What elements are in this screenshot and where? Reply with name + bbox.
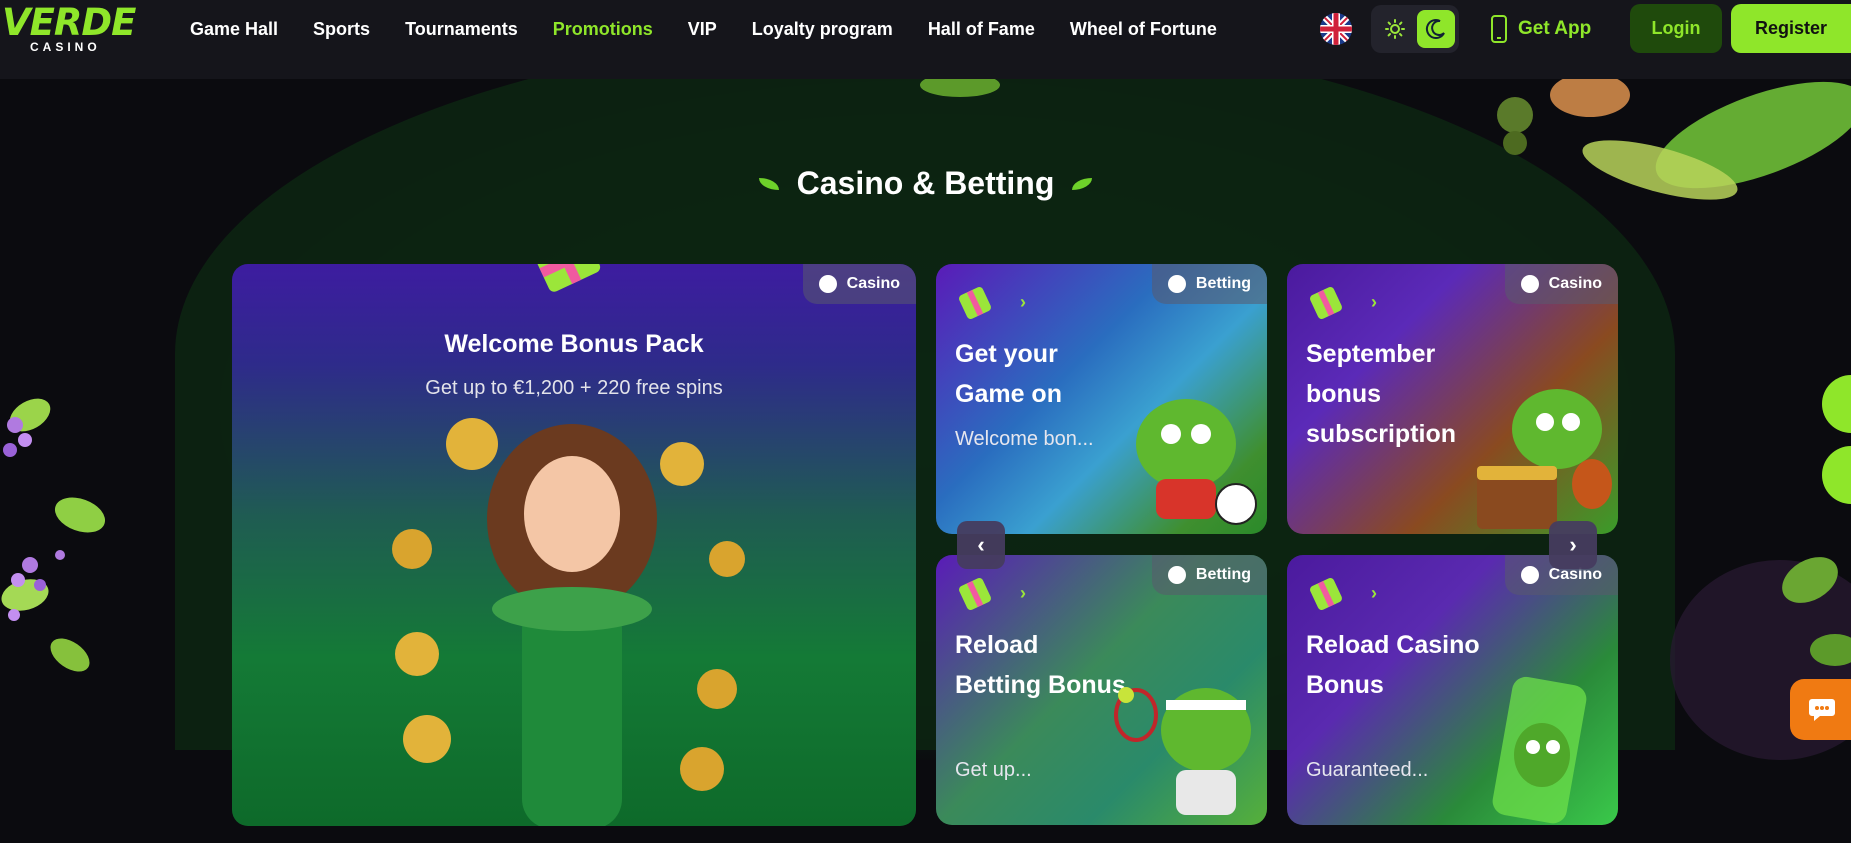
- moon-icon[interactable]: [1417, 10, 1455, 48]
- sun-icon[interactable]: [1379, 13, 1411, 45]
- leaf-icon: [1072, 177, 1093, 190]
- nav-item-tournaments[interactable]: Tournaments: [405, 19, 518, 40]
- welcome-bonus-card[interactable]: Casino Welcome Bonus Pack Get up to €1,2…: [232, 264, 916, 826]
- main-nav: Game Hall Sports Tournaments Promotions …: [190, 0, 1252, 58]
- battery-monster-illustration: [1492, 676, 1587, 824]
- nav-item-vip[interactable]: VIP: [688, 19, 717, 40]
- section-title: Casino & Betting: [796, 165, 1055, 201]
- side-widget-tab[interactable]: [1822, 375, 1851, 433]
- promo-description: Welcome bon...: [955, 428, 1094, 450]
- leaf-top-decoration: [920, 75, 1000, 97]
- chevron-left-icon: ‹: [977, 532, 985, 557]
- gift-icon: [1308, 576, 1344, 612]
- uk-flag-icon[interactable]: [1320, 13, 1352, 45]
- basketball-icon: [1167, 275, 1186, 293]
- theme-toggle: [1371, 5, 1459, 53]
- gift-icon: [1308, 285, 1344, 321]
- chevron-right-icon: ›: [1371, 583, 1377, 603]
- leaf-icon: [758, 177, 779, 190]
- foliage-left-decoration: [1, 398, 106, 672]
- chevron-right-icon: ›: [1371, 292, 1377, 312]
- get-app-label: Get App: [1518, 18, 1592, 39]
- badge-label: Betting: [1195, 275, 1251, 292]
- gift-box-icon: [533, 264, 601, 292]
- promo-card-get-your-game-on[interactable]: Betting › Get your Game on Welcome bon..…: [936, 264, 1267, 534]
- promo-card-reload-casino-bonus[interactable]: Casino › Reload Casino Bonus Guaranteed.…: [1287, 555, 1618, 825]
- tennis-monster-illustration: [1114, 687, 1251, 815]
- nav-item-promotions[interactable]: Promotions: [553, 19, 653, 40]
- chevron-right-icon: ›: [1020, 292, 1026, 312]
- chevron-right-icon: ›: [1569, 532, 1577, 557]
- football-monster-illustration: [1136, 399, 1257, 525]
- promo-description: Guaranteed...: [1306, 759, 1429, 781]
- register-button[interactable]: Register: [1731, 4, 1851, 53]
- promo-title: Get your Game on: [955, 340, 1062, 408]
- basketball-icon: [1167, 566, 1186, 584]
- promo-subtitle: Get up to €1,200 + 220 free spins: [425, 377, 723, 399]
- get-app-button[interactable]: Get App: [1490, 10, 1591, 48]
- side-widget-tab[interactable]: [1822, 446, 1851, 504]
- logo-wordmark: VERDE: [2, 1, 136, 44]
- nav-item-game-hall[interactable]: Game Hall: [190, 19, 278, 40]
- top-navigation-bar: VERDE CASINO Game Hall Sports Tournament…: [0, 0, 1851, 79]
- badge-label: Casino: [1548, 275, 1602, 292]
- promo-title: Reload Casino Bonus: [1306, 631, 1480, 699]
- badge-label: Betting: [1195, 566, 1251, 583]
- category-badge: Casino: [802, 264, 916, 304]
- casino-chip-icon: [818, 275, 837, 293]
- nav-item-wheel-of-fortune[interactable]: Wheel of Fortune: [1070, 19, 1217, 40]
- gift-icon: [957, 576, 993, 612]
- chat-bubble-icon: [1809, 698, 1835, 721]
- category-badge: Casino: [1504, 264, 1618, 304]
- gift-icon: [957, 285, 993, 321]
- promo-title: September bonus subscription: [1306, 340, 1457, 448]
- promo-card-reload-betting-bonus[interactable]: Betting › Reload Betting Bonus Get up...: [936, 555, 1267, 825]
- carousel-next-button[interactable]: ›: [1549, 521, 1597, 569]
- treasure-monster-illustration: [1477, 389, 1612, 529]
- live-chat-button[interactable]: [1790, 679, 1851, 740]
- smartphone-icon: [1491, 15, 1507, 43]
- chevron-right-icon: ›: [1020, 583, 1026, 603]
- section-heading: Casino & Betting: [0, 165, 1851, 202]
- casino-hostess-illustration: [392, 418, 745, 826]
- casino-chip-icon: [1520, 275, 1539, 293]
- badge-label: Casino: [846, 275, 900, 292]
- logo-subtitle: CASINO: [30, 40, 101, 54]
- promo-title: Reload Betting Bonus: [955, 631, 1126, 699]
- carousel-prev-button[interactable]: ‹: [957, 521, 1005, 569]
- category-badge: Betting: [1151, 555, 1267, 595]
- login-button[interactable]: Login: [1630, 4, 1722, 53]
- nav-item-sports[interactable]: Sports: [313, 19, 370, 40]
- promo-description: Get up...: [955, 759, 1032, 781]
- verde-casino-logo[interactable]: VERDE CASINO: [2, 4, 136, 55]
- nav-item-hall-of-fame[interactable]: Hall of Fame: [928, 19, 1035, 40]
- promo-title: Welcome Bonus Pack: [444, 330, 704, 358]
- promo-card-september-subscription[interactable]: Casino › September bonus subscription: [1287, 264, 1618, 534]
- category-badge: Betting: [1151, 264, 1267, 304]
- casino-chip-icon: [1520, 566, 1539, 584]
- nav-item-loyalty-program[interactable]: Loyalty program: [752, 19, 893, 40]
